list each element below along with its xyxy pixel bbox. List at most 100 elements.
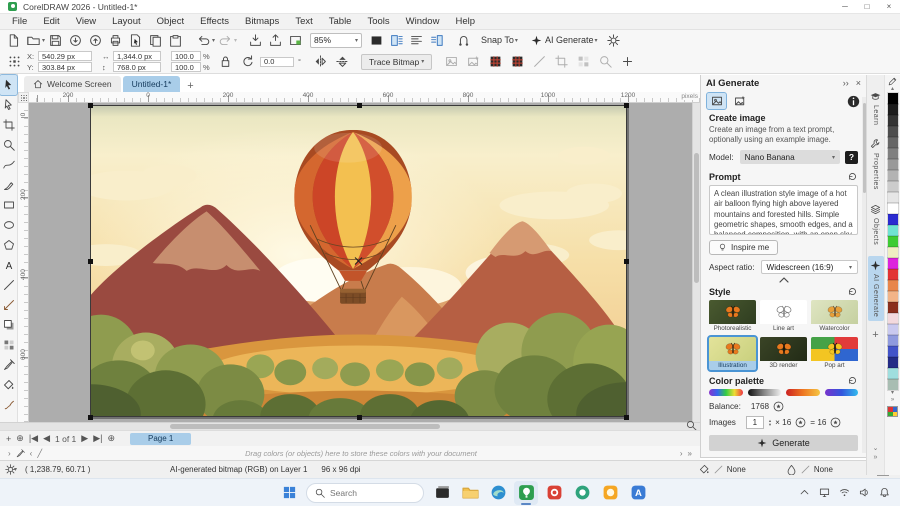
wifi-icon[interactable]: [839, 487, 850, 498]
view-layout-b-button[interactable]: [407, 31, 426, 49]
start-button[interactable]: [278, 482, 300, 504]
taskbar-app-task-view[interactable]: [430, 481, 454, 505]
menu-bitmaps[interactable]: Bitmaps: [237, 14, 287, 30]
taskbar-app-app-green[interactable]: [570, 481, 594, 505]
taskbar-search[interactable]: [306, 483, 424, 503]
bitmap-sample-b-button[interactable]: [508, 53, 526, 71]
undo-caret-icon[interactable]: ▾: [212, 37, 215, 44]
import-button[interactable]: [246, 31, 265, 49]
tray-overflow-icon[interactable]: »: [688, 449, 692, 458]
menu-tools[interactable]: Tools: [359, 14, 397, 30]
tray-no-color-icon[interactable]: ╱: [37, 449, 42, 458]
maximize-button[interactable]: □: [856, 0, 878, 13]
open-button[interactable]: [24, 31, 43, 49]
first-page-button[interactable]: |◀: [29, 433, 38, 444]
scale-y-field[interactable]: 100.0: [171, 62, 201, 72]
image-variation-tab[interactable]: [730, 93, 749, 109]
color-swatch[interactable]: [888, 225, 898, 236]
inspire-me-button[interactable]: Inspire me: [709, 240, 778, 255]
tray-more-icon[interactable]: ›: [680, 449, 683, 458]
color-swatch[interactable]: [888, 258, 898, 269]
docker-tab-objects[interactable]: Objects: [868, 200, 884, 249]
menu-table[interactable]: Table: [321, 14, 360, 30]
color-swatch[interactable]: [888, 379, 898, 390]
welcome-screen-tab[interactable]: Welcome Screen: [24, 76, 121, 92]
docker-scroll-down-icon[interactable]: ⌄: [873, 444, 879, 452]
zoom-level-select[interactable]: 85% ▾: [310, 33, 362, 48]
selection-handle-middle-right[interactable]: [624, 259, 629, 264]
next-page-button[interactable]: ▶: [81, 433, 88, 444]
prompt-reset-icon[interactable]: [847, 171, 858, 182]
tool-pick[interactable]: [0, 75, 17, 95]
taskbar-app-coreldraw[interactable]: [514, 481, 538, 505]
selection-handle-bottom-left[interactable]: [88, 415, 93, 420]
select-all-button[interactable]: [126, 31, 145, 49]
gradient-swatch-4[interactable]: [825, 389, 859, 396]
lock-ratio-button[interactable]: [216, 53, 234, 71]
selection-handle-top-right[interactable]: [624, 103, 629, 108]
x-position-field[interactable]: 540.29 px: [38, 51, 92, 61]
palette-reset-icon[interactable]: [847, 375, 858, 386]
color-swatch[interactable]: [888, 93, 898, 104]
taskbar-app-app-red[interactable]: [542, 481, 566, 505]
style-reset-icon[interactable]: [847, 286, 858, 297]
generate-button[interactable]: Generate: [709, 435, 858, 451]
tool-freehand[interactable]: [0, 155, 17, 175]
status-settings-button[interactable]: ▾: [5, 464, 17, 475]
object-width-field[interactable]: 1,344.0 px: [113, 51, 161, 61]
tool-artistic-media[interactable]: [0, 175, 17, 195]
view-layout-a-button[interactable]: [387, 31, 406, 49]
color-swatch[interactable]: [888, 159, 898, 170]
palette-scroll-up-icon[interactable]: ▴: [891, 86, 894, 93]
prompt-input[interactable]: A clean illustration style image of a ho…: [709, 185, 858, 235]
menu-file[interactable]: File: [4, 14, 35, 30]
copy-button[interactable]: [146, 31, 165, 49]
palette-scroll-down-icon[interactable]: ▾: [891, 390, 894, 397]
color-swatch[interactable]: [888, 247, 898, 258]
fullscreen-preview-button[interactable]: [367, 31, 386, 49]
export-button[interactable]: [266, 31, 285, 49]
menu-layout[interactable]: Layout: [104, 14, 149, 30]
tray-collapse-left-icon[interactable]: ‹: [30, 449, 33, 458]
color-swatch[interactable]: [888, 203, 898, 214]
color-swatch[interactable]: [888, 368, 898, 379]
previous-page-button[interactable]: ◀: [43, 433, 50, 444]
tool-smart-fill[interactable]: [0, 395, 17, 415]
color-swatch[interactable]: [888, 324, 898, 335]
color-swatch[interactable]: [888, 335, 898, 346]
color-swatch[interactable]: [888, 214, 898, 225]
cloud-download-button[interactable]: [66, 31, 85, 49]
insert-page-after-button[interactable]: ⊕: [107, 433, 115, 444]
tool-drop-shadow[interactable]: [0, 315, 17, 335]
style-option-illustration[interactable]: Illustration: [709, 337, 756, 370]
add-docker-button[interactable]: +: [872, 329, 878, 341]
gradient-swatch-2[interactable]: [748, 389, 782, 396]
aspect-ratio-select[interactable]: Widescreen (16:9) ▾: [761, 260, 858, 274]
color-swatch[interactable]: [888, 104, 898, 115]
selection-handle-top-center[interactable]: [357, 103, 362, 108]
tool-fill[interactable]: [0, 375, 17, 395]
style-option-3d-render[interactable]: 3D render: [760, 337, 807, 370]
new-tab-button[interactable]: +: [182, 80, 198, 92]
menu-view[interactable]: View: [68, 14, 104, 30]
minimize-button[interactable]: ─: [834, 0, 856, 13]
page-1-tab[interactable]: Page 1: [130, 433, 191, 445]
color-swatch[interactable]: [888, 148, 898, 159]
selection-handle-bottom-center[interactable]: [357, 415, 362, 420]
options-gear-button[interactable]: [604, 31, 623, 49]
menu-edit[interactable]: Edit: [35, 14, 67, 30]
color-swatch[interactable]: [888, 126, 898, 137]
bitmap-sample-a-button[interactable]: [486, 53, 504, 71]
tool-line[interactable]: [0, 275, 17, 295]
vertical-ruler[interactable]: 0200400600: [18, 103, 29, 422]
vertical-scrollbar[interactable]: [692, 103, 700, 422]
create-image-tab[interactable]: [707, 93, 726, 109]
volume-icon[interactable]: [859, 487, 870, 498]
canvas-artwork[interactable]: [91, 106, 626, 416]
scale-x-field[interactable]: 100.0: [171, 51, 201, 61]
color-swatch[interactable]: [888, 269, 898, 280]
taskbar-app-app-orange[interactable]: [598, 481, 622, 505]
print-button[interactable]: [106, 31, 125, 49]
docker-tab-learn[interactable]: Learn: [868, 87, 884, 129]
last-page-button[interactable]: ▶|: [93, 433, 102, 444]
